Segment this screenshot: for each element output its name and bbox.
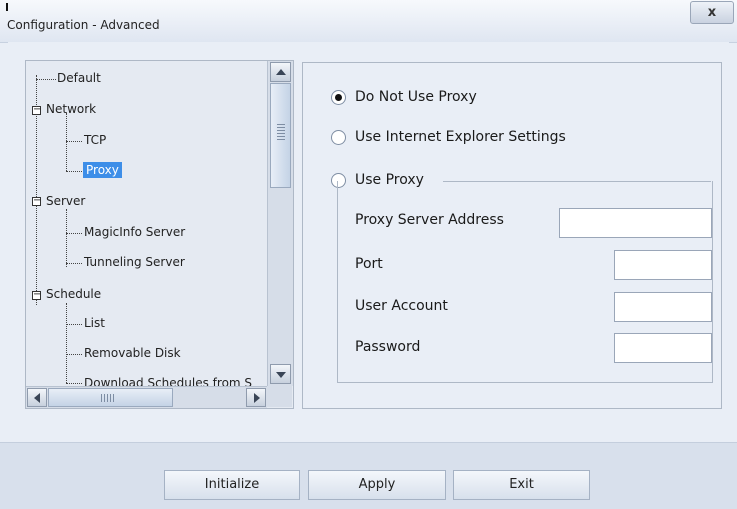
tree-item-tunneling-server[interactable]: Tunneling Server [84, 255, 185, 269]
schedule-collapse-icon[interactable]: − [32, 290, 41, 300]
tree-item-proxy[interactable]: Proxy [83, 162, 122, 178]
settings-tree[interactable]: − − − Default Network TCP Proxy Server M… [25, 60, 294, 409]
radio-do-not-use-proxy[interactable]: Do Not Use Proxy [331, 89, 477, 105]
password-label: Password [355, 339, 421, 355]
tree-item-network[interactable]: Network [46, 102, 96, 116]
tree-branch-line [66, 383, 82, 384]
tree-branch-line [66, 324, 82, 325]
arrow-left-icon [34, 393, 40, 403]
title-bar: Configuration - Advanced x [0, 0, 737, 43]
tree-branch-line [36, 79, 56, 80]
scroll-down-button[interactable] [270, 364, 291, 384]
proxy-server-address-label: Proxy Server Address [355, 212, 504, 228]
tree-vertical-scrollbar[interactable] [267, 61, 293, 386]
radio-icon[interactable] [331, 129, 346, 145]
password-input[interactable] [614, 333, 712, 363]
arrow-up-icon [276, 69, 286, 75]
scroll-right-button[interactable] [246, 388, 266, 407]
configuration-window: Configuration - Advanced x − − − Default… [0, 0, 737, 509]
window-title: Configuration - Advanced [7, 18, 160, 32]
grip-icon [101, 394, 102, 402]
user-account-input[interactable] [614, 292, 712, 322]
tree-item-default[interactable]: Default [57, 71, 101, 85]
tree-branch-line [66, 354, 82, 355]
vertical-scroll-thumb[interactable] [270, 83, 291, 188]
radio-label: Use Internet Explorer Settings [355, 129, 566, 145]
radio-use-ie-settings[interactable]: Use Internet Explorer Settings [331, 129, 566, 145]
port-input[interactable] [614, 250, 712, 280]
horizontal-scroll-thumb[interactable] [48, 388, 173, 407]
tree-branch-line [66, 263, 82, 264]
tree-item-list[interactable]: List [84, 316, 105, 330]
scrollbar-corner [267, 386, 292, 407]
network-collapse-icon[interactable]: − [32, 105, 41, 115]
tree-branch-line [66, 171, 82, 172]
port-label: Port [355, 256, 383, 272]
window-corner-mark [6, 3, 8, 11]
tree-server-line [66, 209, 67, 267]
radio-icon-checked[interactable] [331, 89, 346, 105]
tree-branch-line [66, 141, 82, 142]
grip-icon [277, 124, 285, 125]
tree-item-tcp[interactable]: TCP [84, 133, 106, 147]
radio-label: Do Not Use Proxy [355, 89, 477, 105]
apply-button[interactable]: Apply [308, 470, 446, 500]
tree-item-schedule[interactable]: Schedule [46, 287, 101, 301]
close-button[interactable]: x [690, 1, 734, 24]
arrow-down-icon [276, 372, 286, 378]
tree-item-server[interactable]: Server [46, 194, 85, 208]
scroll-left-button[interactable] [27, 388, 47, 407]
tree-item-removable-disk[interactable]: Removable Disk [84, 346, 181, 360]
tree-item-magicinfo-server[interactable]: MagicInfo Server [84, 225, 185, 239]
tree-horizontal-scrollbar[interactable] [26, 386, 267, 408]
tree-branch-line [66, 233, 82, 234]
tree-network-line [66, 113, 67, 171]
proxy-server-address-input[interactable] [559, 208, 712, 238]
initialize-button[interactable]: Initialize [164, 470, 300, 500]
arrow-right-icon [254, 393, 260, 403]
proxy-settings-panel: Do Not Use Proxy Use Internet Explorer S… [302, 62, 722, 409]
tree-schedule-line [66, 303, 67, 383]
server-collapse-icon[interactable]: − [32, 196, 41, 206]
scroll-up-button[interactable] [270, 62, 291, 82]
exit-button[interactable]: Exit [453, 470, 590, 500]
user-account-label: User Account [355, 298, 448, 314]
